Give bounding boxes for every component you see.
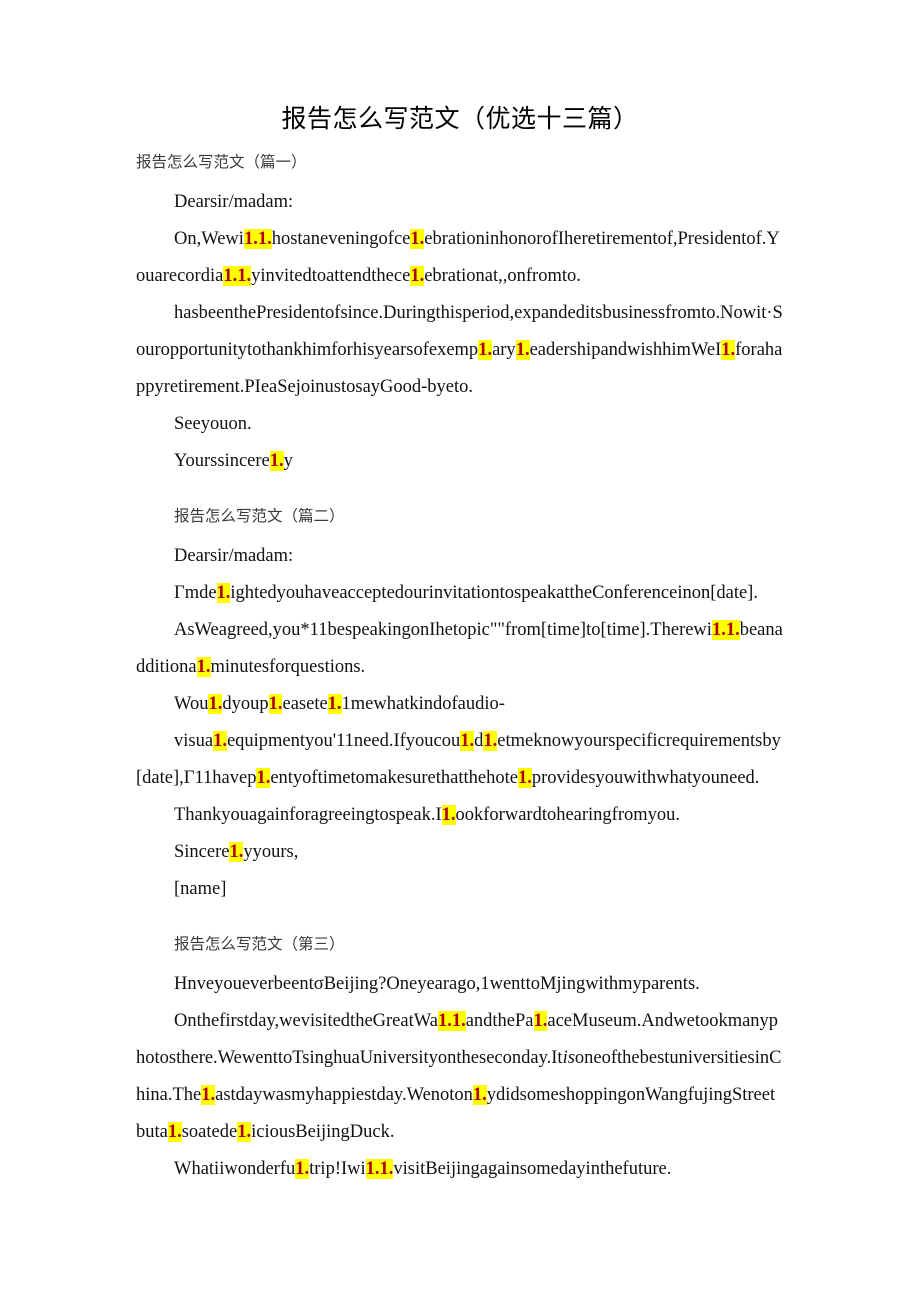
highlighted-text: 1. bbox=[269, 451, 284, 471]
document-body: 报告怎么写范文（篇一） Dearsir/madam: On,Wewi1.1.host… bbox=[136, 148, 784, 1188]
highlighted-text: 1. bbox=[256, 768, 271, 788]
highlighted-text: 1.1. bbox=[437, 1011, 466, 1031]
paragraph: On,Wewi1.1.hostaneveningofce1.ebrationin… bbox=[136, 221, 784, 295]
highlighted-text: 1. bbox=[167, 1122, 182, 1142]
highlighted-text: 1.1. bbox=[711, 620, 740, 640]
text-run: soatede bbox=[181, 1122, 238, 1142]
highlighted-text: 1. bbox=[216, 583, 231, 603]
section-heading: 报告怎么写范文（第三） bbox=[174, 936, 345, 953]
text-run: HnveyoueverbeentσBeijing?Oneyearago,1wen… bbox=[174, 974, 700, 994]
highlighted-text: 1. bbox=[460, 731, 475, 751]
highlighted-text: 1. bbox=[410, 229, 425, 249]
text-run: Wou bbox=[174, 694, 209, 714]
text-run: providesyouwithwhatyouneed. bbox=[531, 768, 760, 788]
text-run: yyours, bbox=[243, 842, 299, 862]
section-heading: 报告怎么写范文（篇一） bbox=[136, 154, 307, 171]
highlighted-text: 1. bbox=[295, 1159, 310, 1179]
paragraph: Seeyouon. bbox=[136, 406, 784, 443]
text-run: Dearsir/madam: bbox=[174, 192, 294, 212]
highlighted-text: 1. bbox=[208, 694, 223, 714]
paragraph: hasbeenthePresidentofsince.Duringthisper… bbox=[136, 295, 784, 406]
paragraph: Dearsir/madam: bbox=[136, 184, 784, 221]
text-run: hostaneveningofce bbox=[271, 229, 411, 249]
text-run: y bbox=[283, 451, 293, 471]
text-run: Seeyouon. bbox=[174, 414, 252, 434]
text-run: Sincere bbox=[174, 842, 230, 862]
text-run: dyoup bbox=[222, 694, 269, 714]
text-run: d bbox=[474, 731, 484, 751]
highlighted-text: 1. bbox=[196, 657, 211, 677]
highlighted-text: 1. bbox=[237, 1122, 252, 1142]
text-run: Whatiiwonderfu bbox=[174, 1159, 296, 1179]
paragraph: Yourssincere1.y bbox=[136, 443, 784, 480]
highlighted-text: 1. bbox=[478, 340, 493, 360]
paragraph: Wou1.dyoup1.easete1.1mewhatkindofaudio- bbox=[136, 686, 784, 723]
text-run: iciousBeijingDuck. bbox=[251, 1122, 395, 1142]
section-heading: 报告怎么写范文（篇二） bbox=[174, 508, 345, 525]
text-run: astdaywasmyhappiestday.Wenoton bbox=[215, 1085, 473, 1105]
highlighted-text: 1. bbox=[515, 340, 530, 360]
highlighted-text: 1. bbox=[721, 340, 736, 360]
highlighted-text: 1. bbox=[410, 266, 425, 286]
paragraph: Γmde1.ightedyouhaveacceptedourinvitation… bbox=[136, 575, 784, 612]
paragraph: AsWeagreed,you*11bespeakingonIhetopic""f… bbox=[136, 612, 784, 686]
paragraph: [name] bbox=[136, 871, 784, 908]
highlighted-text: 1. bbox=[327, 694, 342, 714]
text-run: [name] bbox=[174, 879, 227, 899]
highlighted-text: 1. bbox=[533, 1011, 548, 1031]
text-run: visua bbox=[174, 731, 214, 751]
paragraph: Whatiiwonderfu1.trip!Iwi1.1.visitBeijing… bbox=[136, 1151, 784, 1188]
text-run: ebrationat,,onfromto. bbox=[424, 266, 581, 286]
text-run: andthePa bbox=[465, 1011, 534, 1031]
highlighted-text: 1. bbox=[213, 731, 227, 751]
highlighted-text: 1. bbox=[483, 731, 498, 751]
text-run: equipmentyou'11need.Ifyoucou bbox=[226, 731, 461, 751]
paragraph: Sincere1.yyours, bbox=[136, 834, 784, 871]
page-title: 报告怎么写范文（优选十三篇） bbox=[281, 104, 639, 133]
highlighted-text: 1. bbox=[517, 768, 532, 788]
highlighted-text: 1.1. bbox=[223, 266, 252, 286]
document-page: 报告怎么写范文（优选十三篇） 报告怎么写范文（篇一） Dearsir/madam:… bbox=[0, 0, 920, 1301]
text-run: Yourssincere bbox=[174, 451, 270, 471]
paragraph: Dearsir/madam: bbox=[136, 538, 784, 575]
highlighted-text: 1.1. bbox=[243, 229, 272, 249]
text-run: ary bbox=[492, 340, 516, 360]
highlighted-text: 1. bbox=[229, 842, 244, 862]
text-run: ightedyouhaveacceptedourinvitationtospea… bbox=[230, 583, 758, 603]
text-run: eadershipandwishhimWeI bbox=[529, 340, 722, 360]
highlighted-text: 1. bbox=[472, 1085, 487, 1105]
highlighted-text: 1.1. bbox=[365, 1159, 394, 1179]
text-run: visitBeijingagainsomedayinthefuture. bbox=[393, 1159, 672, 1179]
paragraph: Thankyouagainforagreeingtospeak.I1.ookfo… bbox=[136, 797, 784, 834]
text-run: Thankyouagainforagreeingtospeak.I bbox=[174, 805, 442, 825]
text-run: 1mewhatkindofaudio- bbox=[341, 694, 505, 714]
text-run: AsWeagreed,you*11bespeakingonIhetopic""f… bbox=[174, 620, 712, 640]
text-run: On,Wewi bbox=[174, 229, 244, 249]
text-run: Γmde bbox=[174, 583, 217, 603]
text-run: ookforwardtohearingfromyou. bbox=[455, 805, 681, 825]
text-run: entyoftimetomakesurethatthehote bbox=[270, 768, 518, 788]
highlighted-text: 1. bbox=[268, 694, 283, 714]
highlighted-text: 1. bbox=[201, 1085, 216, 1105]
italic-text: is bbox=[562, 1048, 575, 1068]
text-run: minutesforquestions. bbox=[210, 657, 366, 677]
paragraph: Onthefirstday,wevisitedtheGreatWa1.1.and… bbox=[136, 1003, 784, 1151]
text-run: Dearsir/madam: bbox=[174, 546, 294, 566]
text-run: Onthefirstday,wevisitedtheGreatWa bbox=[174, 1011, 438, 1031]
text-run: trip!Iwi bbox=[309, 1159, 366, 1179]
text-run: easete bbox=[282, 694, 328, 714]
text-run: yinvitedtoattendthece bbox=[251, 266, 411, 286]
paragraph: visua1.equipmentyou'11need.Ifyoucou1.d1.… bbox=[136, 723, 784, 797]
paragraph: HnveyoueverbeentσBeijing?Oneyearago,1wen… bbox=[136, 966, 784, 1003]
highlighted-text: 1. bbox=[441, 805, 456, 825]
